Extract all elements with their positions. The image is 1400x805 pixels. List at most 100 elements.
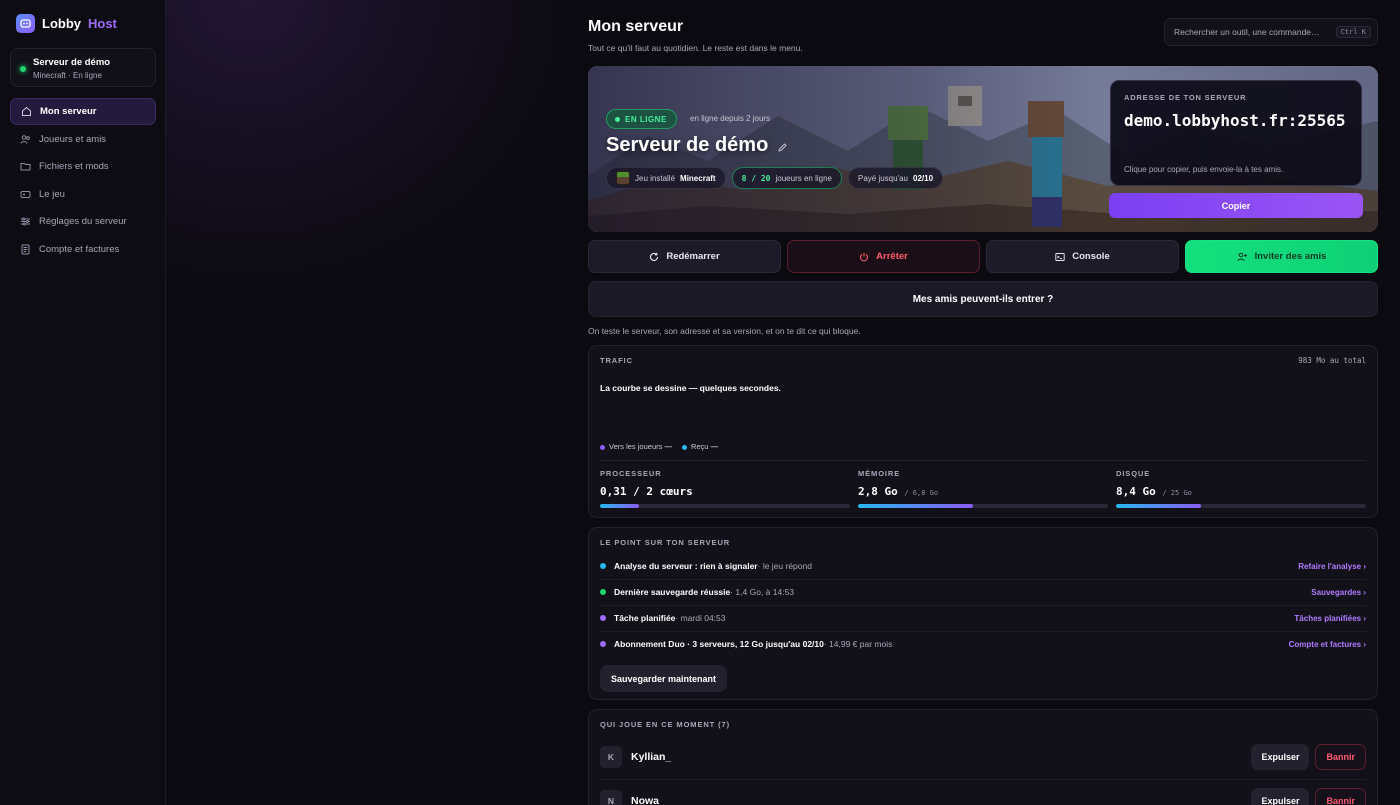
search-shortcut: Ctrl K xyxy=(1335,26,1371,38)
server-address-card[interactable]: ADRESSE DE TON SERVEUR demo.lobbyhost.fr… xyxy=(1110,80,1362,186)
gamepad-icon xyxy=(20,190,31,198)
reanalyze-link[interactable]: Refaire l'analyse › xyxy=(1298,562,1366,571)
save-now-button[interactable]: Sauvegarder maintenant xyxy=(600,665,728,692)
restart-button[interactable]: Redémarrer xyxy=(588,240,781,273)
game-name: Minecraft xyxy=(680,173,716,183)
command-search[interactable]: Rechercher un outil, une commande… Ctrl … xyxy=(1164,18,1378,46)
traffic-total: 983 Mo au total xyxy=(1298,356,1366,365)
status-panel: LE POINT SUR TON SERVEUR Analyse du serv… xyxy=(588,527,1378,700)
scheduled-tasks-link[interactable]: Tâches planifiées › xyxy=(1294,614,1366,623)
online-status-dot xyxy=(20,66,26,72)
status-detail: · 1,4 Go, à 14:53 xyxy=(730,587,795,597)
users-icon xyxy=(20,134,30,144)
players-chip: 8 / 20 joueurs en ligne xyxy=(731,167,842,189)
status-row: Dernière sauvegarde réussie · 1,4 Go, à … xyxy=(600,579,1366,605)
sidebar-item-fichiers[interactable]: Fichiers et mods xyxy=(10,153,156,180)
ban-button[interactable]: Bannir xyxy=(1315,744,1366,770)
memory-label: MÉMOIRE xyxy=(858,469,901,478)
search-placeholder: Rechercher un outil, une commande… xyxy=(1174,27,1320,37)
players-label: joueurs en ligne xyxy=(775,173,832,183)
memory-bar xyxy=(858,504,1108,508)
address-label: ADRESSE DE TON SERVEUR xyxy=(1124,93,1247,102)
status-row: Tâche planifiée · mardi 04:53 Tâches pla… xyxy=(600,605,1366,631)
home-icon xyxy=(22,106,31,116)
sidebar-item-reglages[interactable]: Réglages du serveur xyxy=(10,208,156,235)
stop-button[interactable]: Arrêter xyxy=(787,240,980,273)
page-title: Mon serveur xyxy=(588,18,684,35)
invite-label: Inviter des amis xyxy=(1254,251,1327,262)
legend-in-label: Reçu xyxy=(690,442,709,451)
server-address[interactable]: demo.lobbyhost.fr:25565 xyxy=(1124,109,1346,133)
paid-label: Payé jusqu'au xyxy=(857,173,908,183)
stop-label: Arrêter xyxy=(876,251,908,262)
status-row: Analyse du serveur : rien à signaler · l… xyxy=(600,553,1366,579)
paid-until-date: 02/10 xyxy=(913,173,934,183)
status-title: Tâche planifiée xyxy=(614,613,676,623)
invite-friends-button[interactable]: Inviter des amis xyxy=(1185,240,1378,273)
address-hint: Clique pour copier, puis envoie-la à tes… xyxy=(1124,165,1284,174)
brand-name: Lobby xyxy=(42,16,81,31)
console-button[interactable]: Console xyxy=(986,240,1179,273)
server-hero: EN LIGNE en ligne depuis 2 jours Serveur… xyxy=(588,66,1378,232)
player-row: N Nowa Expulser Bannir xyxy=(600,781,1366,805)
sidebar-item-label: Réglages du serveur xyxy=(39,216,127,227)
legend-out-value: — xyxy=(664,442,672,451)
sidebar-item-joueurs[interactable]: Joueurs et amis xyxy=(10,126,156,153)
friends-check-note: On teste le serveur, son adresse et sa v… xyxy=(588,326,861,336)
status-row: Abonnement Duo · 3 serveurs, 12 Go jusqu… xyxy=(600,631,1366,657)
folder-icon xyxy=(20,163,31,171)
server-switcher-name: Serveur de démo xyxy=(33,57,111,68)
sidebar-item-label: Joueurs et amis xyxy=(39,133,107,145)
brand-logo[interactable]: Lobby Host xyxy=(16,14,117,33)
terminal-icon xyxy=(1055,252,1065,261)
status-title: Analyse du serveur : rien à signaler xyxy=(614,561,758,571)
restart-label: Redémarrer xyxy=(666,251,720,262)
players-count: 8 / 20 xyxy=(741,173,771,183)
status-detail: · mardi 04:53 xyxy=(675,613,726,623)
traffic-label: TRAFIC xyxy=(600,356,633,365)
paid-until-chip: Payé jusqu'au 02/10 xyxy=(847,167,944,189)
status-badge-label: EN LIGNE xyxy=(625,114,667,124)
player-name: Nowa xyxy=(631,795,660,805)
game-label: Jeu installé xyxy=(635,173,676,183)
sidebar: Lobby Host Serveur de démo Minecraft · E… xyxy=(0,0,166,805)
status-detail: · le jeu répond xyxy=(757,561,812,571)
edit-name-pencil-icon[interactable] xyxy=(778,143,787,152)
copy-address-button[interactable]: Copier xyxy=(1109,193,1363,218)
cpu-bar xyxy=(600,504,850,508)
status-title: Dernière sauvegarde réussie xyxy=(614,587,731,597)
status-dot-icon xyxy=(600,615,606,621)
backups-link[interactable]: Sauvegardes › xyxy=(1311,588,1366,597)
ban-button[interactable]: Bannir xyxy=(1315,788,1366,805)
kick-button[interactable]: Expulser xyxy=(1251,744,1310,770)
sidebar-item-mon-serveur[interactable]: Mon serveur xyxy=(10,98,156,125)
server-switcher[interactable]: Serveur de démo Minecraft · En ligne xyxy=(10,48,156,87)
disk-value: 8,4 Go / 25 Go xyxy=(1116,485,1192,498)
power-icon xyxy=(860,252,869,261)
sidebar-item-label: Fichiers et mods xyxy=(39,161,109,172)
minecraft-grass-block-icon xyxy=(616,171,630,185)
kick-button[interactable]: Expulser xyxy=(1251,788,1310,805)
status-dot-icon xyxy=(600,641,606,647)
player-name: Kyllian_ xyxy=(631,751,672,763)
memory-metric: MÉMOIRE 2,8 Go / 6,8 Go xyxy=(858,469,1108,508)
lobby-host-logo-icon xyxy=(16,14,35,33)
avatar: K xyxy=(600,746,622,768)
sidebar-item-compte[interactable]: Compte et factures xyxy=(10,236,156,263)
sidebar-item-label: Le jeu xyxy=(39,188,65,200)
disk-label: DISQUE xyxy=(1116,469,1151,478)
receipt-icon xyxy=(21,244,30,254)
players-label: QUI JOUE EN CE MOMENT (7) xyxy=(600,720,731,729)
ambient-glow xyxy=(166,0,586,300)
memory-value: 2,8 Go / 6,8 Go xyxy=(858,485,939,498)
players-panel: QUI JOUE EN CE MOMENT (7) K Kyllian_ Exp… xyxy=(588,709,1378,805)
sidebar-item-le-jeu[interactable]: Le jeu xyxy=(10,181,156,208)
divider xyxy=(600,460,1366,461)
page-subtitle: Tout ce qu'il faut au quotidien. Le rest… xyxy=(588,43,803,53)
account-billing-link[interactable]: Compte et factures › xyxy=(1289,640,1366,649)
sliders-icon xyxy=(21,217,30,226)
friends-check-button[interactable]: Mes amis peuvent-ils entrer ? xyxy=(588,281,1378,317)
status-dot-icon xyxy=(600,589,606,595)
divider xyxy=(600,779,1366,780)
cpu-value: 0,31 / 2 cœurs xyxy=(600,485,693,498)
